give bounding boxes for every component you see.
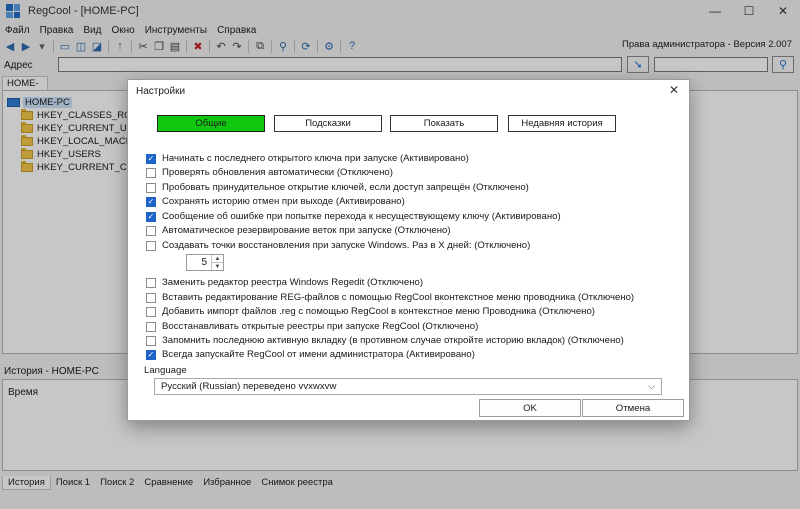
option-start-last-key[interactable]: ✓ Начинать с последнего открытого ключа … [146, 152, 469, 165]
option-context-import-reg[interactable]: Добавить импорт файлов .reg с помощью Re… [146, 305, 595, 318]
option-label: Сохранять историю отмен при выходе (Акти… [162, 196, 405, 207]
checkbox[interactable]: ✓ [146, 196, 156, 207]
dialog-title: Настройки [136, 86, 186, 97]
option-label: Добавить импорт файлов .reg с помощью Re… [162, 306, 595, 317]
option-restore-registries[interactable]: Восстанавливать открытые реестры при зап… [146, 320, 478, 333]
option-run-as-admin[interactable]: ✓ Всегда запускайте RegCool от имени адм… [146, 348, 475, 361]
cancel-button[interactable]: Отмена [582, 399, 684, 417]
checkbox[interactable]: ✓ [146, 153, 156, 164]
checkbox[interactable] [146, 167, 156, 178]
option-auto-backup[interactable]: Автоматическое резервирование веток при … [146, 224, 451, 237]
tab-recent-history[interactable]: Недавняя история [508, 115, 616, 132]
option-label: Проверять обновления автоматически (Откл… [162, 167, 393, 178]
checkbox[interactable] [146, 182, 156, 193]
option-label: Заменить редактор реестра Windows Regedi… [162, 277, 424, 288]
option-label: Запомнить последнюю активную вкладку (в … [162, 335, 624, 346]
checkbox[interactable] [146, 240, 156, 251]
option-error-missing-key[interactable]: ✓ Сообщение об ошибке при попытке перехо… [146, 210, 561, 223]
checkbox[interactable] [146, 335, 156, 346]
stepper-down-icon[interactable]: ▼ [212, 262, 223, 270]
option-label: Восстанавливать открытые реестры при зап… [162, 321, 479, 332]
option-check-updates[interactable]: Проверять обновления автоматически (Откл… [146, 166, 393, 179]
checkbox[interactable] [146, 306, 156, 317]
checkbox[interactable] [146, 225, 156, 236]
days-stepper[interactable]: 5 ▲ ▼ [186, 254, 224, 271]
option-context-edit-reg[interactable]: Вставить редактирование REG-файлов с пом… [146, 291, 634, 304]
option-label: Начинать с последнего открытого ключа пр… [162, 153, 469, 164]
checkbox[interactable]: ✓ [146, 211, 156, 222]
dialog-close-button[interactable]: ✕ [665, 82, 683, 98]
checkbox[interactable]: ✓ [146, 349, 156, 360]
option-label: Автоматическое резервирование веток при … [162, 225, 451, 236]
option-save-undo-history[interactable]: ✓ Сохранять историю отмен при выходе (Ак… [146, 195, 405, 208]
ok-button[interactable]: OK [479, 399, 581, 417]
option-replace-regedit[interactable]: Заменить редактор реестра Windows Regedi… [146, 276, 423, 289]
language-label: Language [144, 365, 187, 376]
checkbox[interactable] [146, 277, 156, 288]
days-value[interactable]: 5 [187, 255, 211, 270]
option-remember-tab[interactable]: Запомнить последнюю активную вкладку (в … [146, 334, 624, 347]
language-select[interactable]: Русский (Russian) переведено vvxwxvw ⌵ [154, 378, 662, 395]
option-restore-points[interactable]: Создавать точки восстановления при запус… [146, 239, 530, 252]
tab-show[interactable]: Показать [390, 115, 498, 132]
option-label: Вставить редактирование REG-файлов с пом… [162, 292, 635, 303]
chevron-down-icon: ⌵ [648, 381, 655, 391]
checkbox[interactable] [146, 321, 156, 332]
settings-dialog: Настройки ✕ Общие Подсказки Показать Нед… [127, 79, 690, 421]
option-force-open-keys[interactable]: Пробовать принудительное открытие ключей… [146, 181, 529, 194]
checkbox[interactable] [146, 292, 156, 303]
option-label: Создавать точки восстановления при запус… [162, 240, 531, 251]
tab-hints[interactable]: Подсказки [274, 115, 382, 132]
tab-general[interactable]: Общие [157, 115, 265, 132]
option-label: Пробовать принудительное открытие ключей… [162, 182, 529, 193]
option-label: Всегда запускайте RegCool от имени админ… [162, 349, 475, 360]
option-label: Сообщение об ошибке при попытке перехода… [162, 211, 561, 222]
language-value: Русский (Russian) переведено vvxwxvw [161, 381, 337, 392]
stepper-up-icon[interactable]: ▲ [212, 255, 223, 262]
